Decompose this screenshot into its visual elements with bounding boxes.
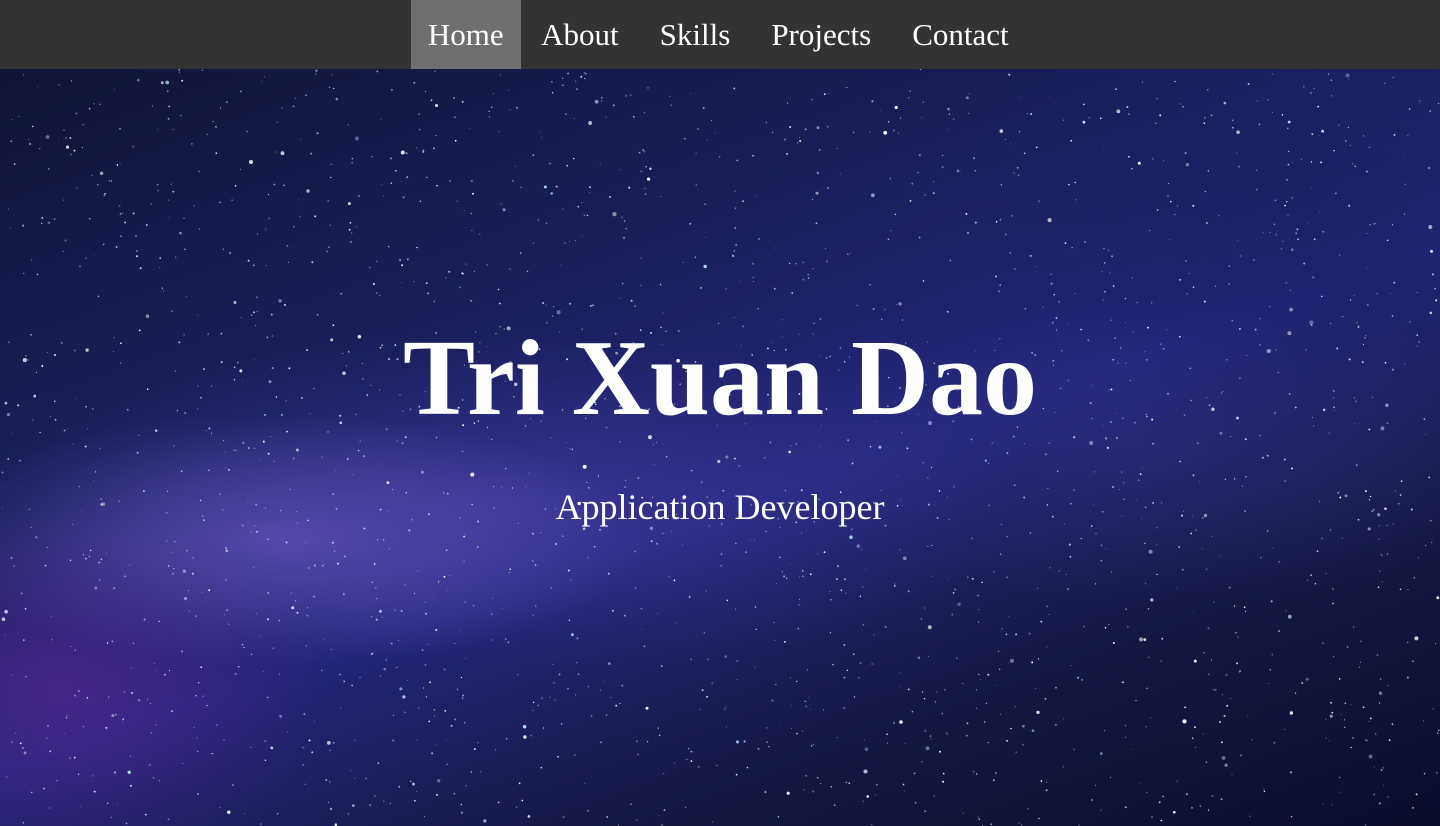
- nav-links: Home About Skills Projects Contact: [410, 0, 1029, 69]
- top-navbar: Home About Skills Projects Contact: [0, 0, 1440, 69]
- nav-link-projects[interactable]: Projects: [751, 0, 892, 69]
- hero-section: Tri Xuan Dao Application Developer: [0, 69, 1440, 826]
- hero-subtitle: Application Developer: [555, 487, 885, 527]
- starfield-background: [1, 69, 1440, 826]
- nav-link-about[interactable]: About: [521, 0, 640, 69]
- nav-link-home[interactable]: Home: [410, 0, 521, 69]
- nav-link-skills[interactable]: Skills: [639, 0, 751, 69]
- nav-link-contact[interactable]: Contact: [892, 0, 1029, 69]
- hero-title: Tri Xuan Dao: [402, 319, 1038, 438]
